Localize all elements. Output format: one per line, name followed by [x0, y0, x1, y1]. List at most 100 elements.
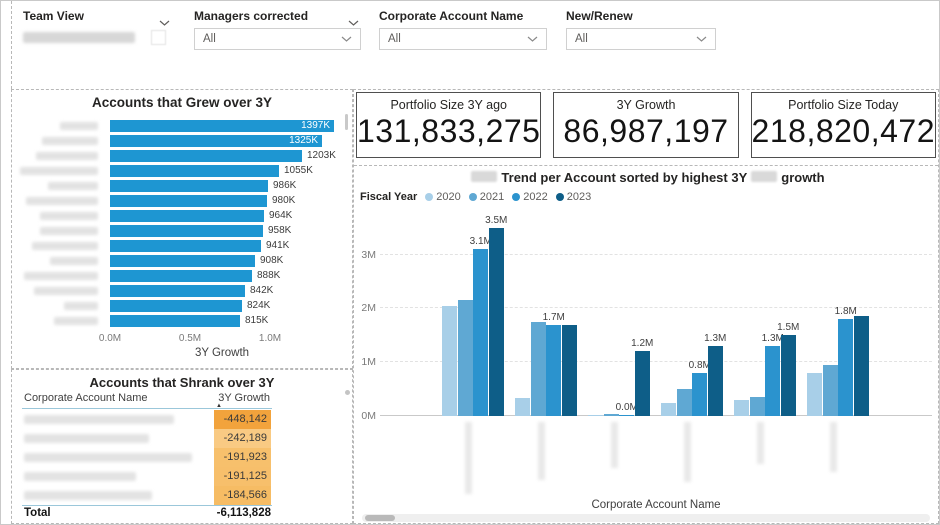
fiscal-year-legend: Fiscal Year 2020202120222023: [360, 191, 591, 203]
kpi-title: 3Y Growth: [617, 98, 676, 112]
bar-data-label: 1.7M: [532, 312, 576, 323]
bar-2022[interactable]: [619, 415, 634, 416]
bar[interactable]: [110, 180, 268, 192]
legend-label: 2023: [567, 191, 591, 203]
bar-row[interactable]: 824K: [12, 300, 352, 312]
account-name-redacted: [24, 491, 152, 500]
bar-row[interactable]: 964K: [12, 210, 352, 222]
bar[interactable]: [110, 210, 264, 222]
bar-data-label: 964K: [269, 210, 292, 222]
bar[interactable]: [110, 285, 245, 297]
bar-data-label: 1.2M: [620, 338, 664, 349]
bar-2021[interactable]: [604, 414, 619, 416]
bar-2021[interactable]: [531, 322, 546, 416]
category-label-redacted: [24, 272, 98, 280]
legend-dot: [469, 193, 477, 201]
kpi-value: 218,820,472: [752, 113, 935, 150]
kpi-card-3y-growth: 3Y Growth 86,987,197: [553, 92, 738, 158]
table-row[interactable]: -242,189: [12, 429, 352, 448]
bar-2020[interactable]: [588, 415, 603, 416]
legend-item-2021[interactable]: 2021: [469, 191, 504, 203]
bar-2022[interactable]: [692, 373, 707, 416]
x-category-label-redacted: [611, 422, 618, 468]
category-label-redacted: [32, 242, 98, 250]
bar-2021[interactable]: [458, 300, 473, 416]
chevron-down-icon[interactable]: [159, 13, 170, 31]
table-row[interactable]: -448,142: [12, 410, 352, 429]
bar[interactable]: [110, 255, 255, 267]
bar-row[interactable]: 1055K: [12, 165, 352, 177]
bar-2021[interactable]: [823, 365, 838, 416]
legend-item-2022[interactable]: 2022: [512, 191, 547, 203]
legend-item-2020[interactable]: 2020: [425, 191, 460, 203]
bar-2022[interactable]: [765, 346, 780, 416]
bar-2023[interactable]: [635, 351, 650, 416]
team-view-selected-value-redacted[interactable]: [23, 32, 135, 43]
horizontal-scrollbar-thumb[interactable]: [365, 515, 395, 521]
bar-row[interactable]: 815K: [12, 315, 352, 327]
managers-corrected-dropdown[interactable]: All: [194, 28, 361, 50]
bar-2021[interactable]: [677, 389, 692, 416]
kpi-title: Portfolio Size 3Y ago: [390, 98, 507, 112]
bar-row[interactable]: 908K: [12, 255, 352, 267]
slicer-label-team-view: Team View: [23, 9, 84, 23]
bar-2022[interactable]: [473, 249, 488, 416]
bar[interactable]: [110, 150, 302, 162]
bar[interactable]: [110, 270, 252, 282]
bar-row[interactable]: 1325K: [12, 135, 352, 147]
bar-row[interactable]: 1397K: [12, 120, 352, 132]
bar[interactable]: [110, 165, 279, 177]
bar-row[interactable]: 842K: [12, 285, 352, 297]
bar-data-label: 842K: [250, 285, 273, 297]
bar-row[interactable]: 980K: [12, 195, 352, 207]
kpi-title: Portfolio Size Today: [788, 98, 898, 112]
kpi-value: 86,987,197: [563, 113, 728, 150]
table-row[interactable]: -184,566: [12, 486, 352, 505]
legend-item-2023[interactable]: 2023: [556, 191, 591, 203]
bar-data-label: 888K: [257, 270, 280, 282]
x-category-label-redacted: [684, 422, 691, 482]
team-view-dropdown-icon[interactable]: [151, 30, 166, 45]
bar-2021[interactable]: [750, 397, 765, 416]
horizontal-scrollbar-track[interactable]: [362, 514, 930, 522]
category-label-redacted: [40, 212, 98, 220]
dropdown-value: All: [388, 33, 401, 45]
bar-row[interactable]: 941K: [12, 240, 352, 252]
bar-2023[interactable]: [708, 346, 723, 416]
bar-data-label: 980K: [272, 195, 295, 207]
new-renew-dropdown[interactable]: All: [566, 28, 716, 50]
bar-row[interactable]: 958K: [12, 225, 352, 237]
bar-with-data-label[interactable]: 1397K: [110, 120, 334, 132]
bar-2020[interactable]: [734, 400, 749, 416]
table-row[interactable]: -191,923: [12, 448, 352, 467]
bar-data-label: 1203K: [307, 150, 336, 162]
bar-2020[interactable]: [661, 403, 676, 416]
bar[interactable]: [110, 225, 263, 237]
vertical-scrollbar[interactable]: [345, 114, 348, 130]
bar-2023[interactable]: [854, 316, 869, 416]
bar-data-label: 815K: [245, 315, 268, 327]
bar-2020[interactable]: [442, 306, 457, 416]
bar-2022[interactable]: [838, 319, 853, 416]
bar-2020[interactable]: [515, 398, 530, 416]
bar-row[interactable]: 888K: [12, 270, 352, 282]
bar[interactable]: [110, 195, 267, 207]
bar-2023[interactable]: [562, 325, 577, 416]
bar-2020[interactable]: [807, 373, 822, 416]
bar-2022[interactable]: [546, 325, 561, 416]
y-tick: 2M: [354, 302, 376, 314]
bar-data-label: 908K: [260, 255, 283, 267]
bar-with-data-label[interactable]: 1325K: [110, 135, 322, 147]
bar[interactable]: [110, 240, 261, 252]
bar-row[interactable]: 1203K: [12, 150, 352, 162]
corporate-account-name-dropdown[interactable]: All: [379, 28, 547, 50]
bar[interactable]: [110, 300, 242, 312]
table-row[interactable]: -191,125: [12, 467, 352, 486]
bar-2023[interactable]: [781, 335, 796, 416]
legend-dot: [556, 193, 564, 201]
bar-2023[interactable]: [489, 228, 504, 416]
gridline: [380, 254, 932, 255]
bar-row[interactable]: 986K: [12, 180, 352, 192]
trend-chart-panel: Portfolio Size 3Y ago 131,833,275 3Y Gro…: [353, 89, 939, 524]
bar[interactable]: [110, 315, 240, 327]
